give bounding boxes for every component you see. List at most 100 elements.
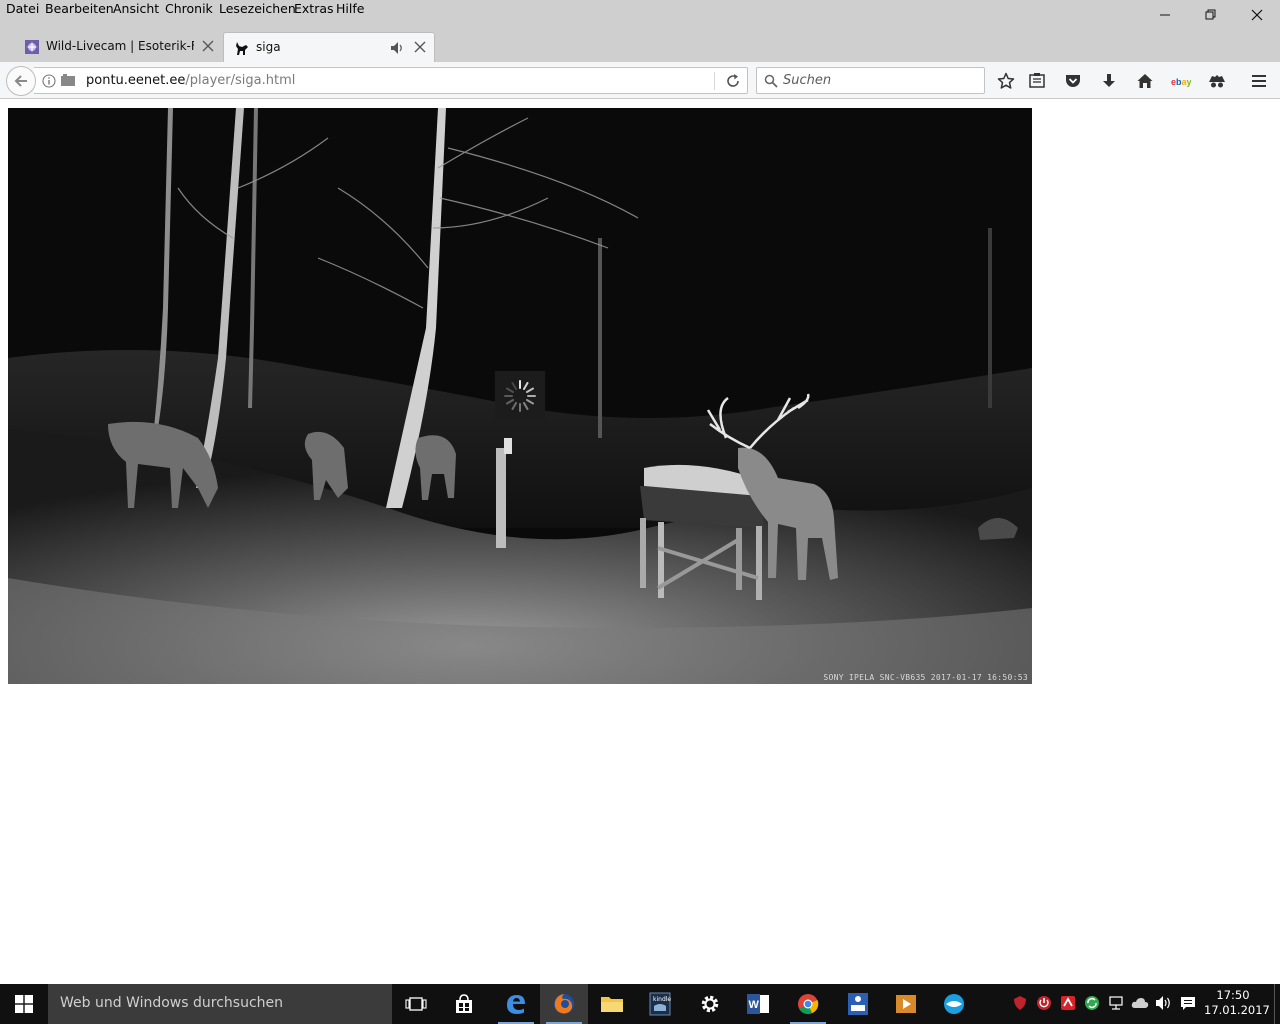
back-button[interactable]	[6, 66, 36, 96]
chrome-icon	[798, 994, 819, 1015]
start-button[interactable]	[0, 984, 48, 1024]
task-view-icon	[405, 997, 427, 1011]
task-store[interactable]	[440, 984, 488, 1024]
tab-strip: Wild-Livecam | Esoterik-F... siga	[0, 26, 1280, 78]
minimize-icon	[1160, 14, 1170, 16]
svg-text:kindle: kindle	[653, 996, 671, 1003]
url-bar[interactable]: pontu.eenet.ee/player/siga.html	[34, 67, 748, 94]
navigation-toolbar: pontu.eenet.ee/player/siga.html ebay	[0, 62, 1280, 99]
ebay-logo-icon: ebay	[1171, 77, 1191, 87]
tab-siga[interactable]: siga	[223, 32, 435, 62]
power-icon	[1037, 996, 1051, 1010]
tray-power[interactable]	[1034, 993, 1054, 1013]
deer-favicon-icon	[236, 42, 248, 55]
task-word[interactable]: W	[734, 984, 782, 1024]
menu-hilfe[interactable]: Hilfe	[336, 1, 364, 16]
menu-lesezeichen[interactable]: Lesezeichen	[219, 1, 296, 16]
tray-sync[interactable]	[1082, 993, 1102, 1013]
umbrella-icon	[1061, 996, 1075, 1010]
task-chrome[interactable]	[784, 984, 832, 1024]
tab-close-icon[interactable]	[414, 41, 426, 53]
tab-close-icon[interactable]	[202, 40, 214, 52]
tab-wild-livecam[interactable]: Wild-Livecam | Esoterik-F...	[14, 32, 222, 62]
clock-time: 17:50	[1216, 988, 1250, 1002]
extension-button[interactable]	[1206, 70, 1228, 92]
task-edge[interactable]	[492, 984, 540, 1024]
task-kindle[interactable]: kindle	[636, 984, 684, 1024]
tray-onedrive[interactable]	[1130, 993, 1150, 1013]
menu-chronik[interactable]: Chronik	[165, 1, 213, 16]
livecam-video[interactable]: SONY IPELA SNC-VB635 2017-01-17 16:50:53	[8, 108, 1032, 684]
search-input[interactable]	[783, 71, 979, 90]
url-path: /player/siga.html	[185, 73, 296, 88]
sync-icon	[1085, 996, 1099, 1010]
tray-antivirus[interactable]	[1058, 993, 1078, 1013]
close-window-button[interactable]	[1234, 2, 1280, 28]
clock-date: 17.01.2017	[1204, 1003, 1270, 1017]
task-view-button[interactable]	[392, 984, 440, 1024]
firefox-icon	[554, 994, 574, 1014]
taskbar-search-box[interactable]: Web und Windows durchsuchen	[48, 984, 392, 1024]
spinner-icon	[504, 380, 536, 412]
windows-logo-icon	[15, 995, 33, 1013]
open-menu-button[interactable]	[1248, 70, 1270, 92]
url-host: pontu.eenet.ee	[86, 73, 186, 88]
book-app-icon	[848, 993, 868, 1015]
close-icon	[1251, 9, 1263, 21]
speaker-icon[interactable]	[390, 41, 404, 55]
home-icon	[1137, 74, 1153, 88]
task-file-explorer[interactable]	[588, 984, 636, 1024]
star-icon	[997, 72, 1015, 89]
plugin-icon[interactable]	[60, 73, 76, 87]
search-bar[interactable]	[756, 67, 985, 94]
url-separator	[714, 72, 715, 90]
site-favicon-icon	[25, 40, 39, 54]
restore-button[interactable]	[1188, 2, 1234, 28]
shield-icon	[1014, 996, 1026, 1010]
downloads-button[interactable]	[1098, 70, 1120, 92]
tray-security[interactable]	[1010, 993, 1030, 1013]
ebay-button[interactable]: ebay	[1170, 70, 1192, 92]
home-button[interactable]	[1134, 70, 1156, 92]
menu-datei[interactable]: Datei	[6, 1, 39, 16]
info-icon[interactable]	[42, 74, 56, 88]
taskbar-search-placeholder: Web und Windows durchsuchen	[60, 995, 284, 1011]
task-settings[interactable]	[686, 984, 734, 1024]
volume-icon	[1156, 996, 1170, 1010]
network-icon	[1109, 996, 1123, 1010]
tray-network[interactable]	[1106, 993, 1126, 1013]
taskbar-clock[interactable]: 17:50 17.01.2017	[1204, 988, 1270, 1018]
restore-icon	[1205, 9, 1216, 20]
reload-icon[interactable]	[725, 73, 741, 89]
task-media-player[interactable]	[882, 984, 930, 1024]
menu-ansicht[interactable]: Ansicht	[113, 1, 159, 16]
menu-extras[interactable]: Extras	[294, 1, 334, 16]
menu-bar: Datei Bearbeiten Ansicht Chronik Lesezei…	[0, 0, 1280, 26]
minimize-button[interactable]	[1142, 2, 1188, 28]
bookmark-star-button[interactable]	[995, 70, 1017, 92]
menu-bearbeiten[interactable]: Bearbeiten	[45, 1, 114, 16]
gear-icon	[701, 995, 719, 1013]
pocket-icon	[1066, 75, 1080, 87]
svg-text:W: W	[749, 999, 760, 1011]
pocket-button[interactable]	[1062, 70, 1084, 92]
hamburger-menu-icon	[1252, 75, 1266, 87]
task-app-fish[interactable]	[930, 984, 978, 1024]
tray-volume[interactable]	[1154, 993, 1174, 1013]
kindle-icon: kindle	[649, 992, 671, 1016]
task-firefox[interactable]	[540, 984, 588, 1024]
play-icon	[896, 995, 916, 1013]
download-arrow-icon	[1103, 74, 1115, 87]
tray-action-center[interactable]	[1178, 993, 1198, 1013]
edge-browser-icon	[507, 995, 525, 1014]
loading-spinner	[495, 371, 545, 421]
reading-list-button[interactable]	[1026, 70, 1048, 92]
svg-text:ebay: ebay	[1171, 77, 1191, 87]
arrow-left-icon	[14, 75, 27, 87]
word-icon: W	[747, 994, 769, 1014]
cloud-icon	[1131, 998, 1149, 1008]
store-bag-icon	[456, 994, 472, 1013]
task-reader-app[interactable]	[834, 984, 882, 1024]
show-desktop-button[interactable]	[1274, 984, 1280, 1024]
search-icon	[764, 74, 778, 88]
